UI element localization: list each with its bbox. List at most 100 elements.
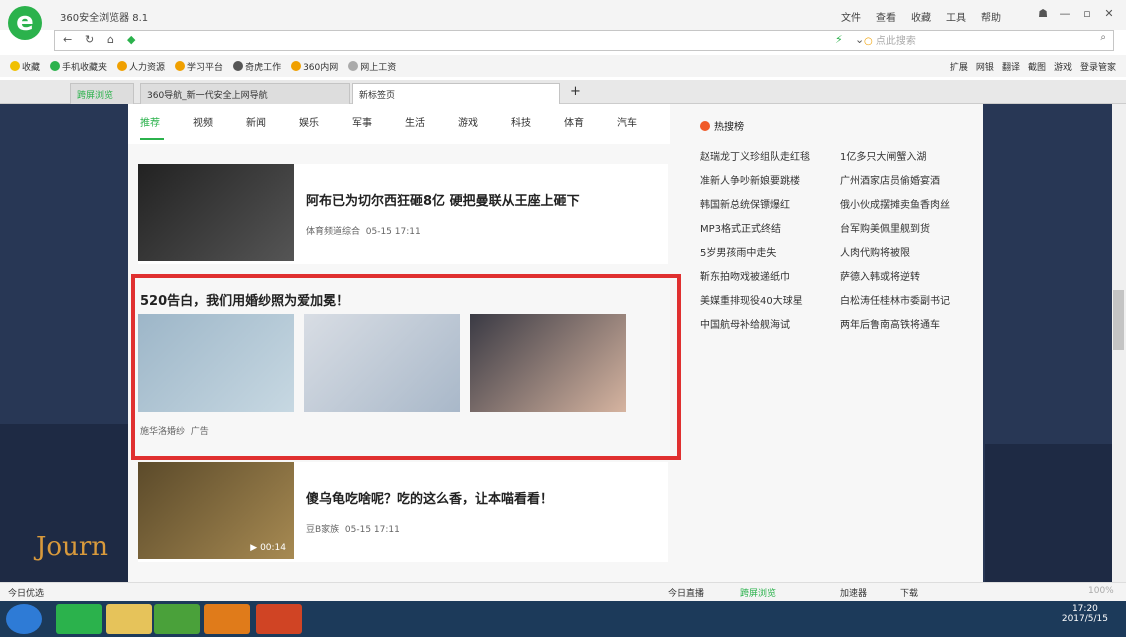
screenshot-button[interactable]: 截图 [1028, 60, 1046, 73]
chevron-down-icon[interactable]: ⌄ [855, 33, 864, 46]
hot-search-item[interactable]: 5岁男孩雨中走失 [700, 244, 776, 259]
video-thumbnail[interactable]: ▶ 00:14 [138, 462, 294, 559]
bookmark-salary[interactable]: 网上工资 [348, 60, 396, 73]
system-clock: 17:20 2017/5/15 [1062, 604, 1108, 624]
login-manager-button[interactable]: 登录管家 [1080, 60, 1116, 73]
today-picks[interactable]: 今日优选 [8, 586, 44, 599]
highlight-box [131, 274, 681, 460]
close-button[interactable]: ✕ [1098, 5, 1120, 23]
zoom-level[interactable]: 100% [1088, 586, 1114, 596]
bookmark-hr[interactable]: 人力资源 [117, 60, 165, 73]
skyline-right [985, 444, 1112, 582]
menu-help[interactable]: 帮助 [981, 9, 1001, 24]
hot-search-title: 热搜榜 [700, 118, 744, 133]
menu-favorites[interactable]: 收藏 [911, 9, 931, 24]
menu-tools[interactable]: 工具 [946, 9, 966, 24]
news-item[interactable]: ▶ 00:14 傻乌龟吃啥呢？吃的这么香，让本喵看看！ 豆B家族 05-15 1… [138, 462, 668, 562]
hot-search-panel: 热搜榜 赵瑞龙丁义珍组队走红毯 1亿多只大闸蟹入湖准新人争吵新娘要跳楼 广州酒家店员… [688, 104, 978, 364]
download-button[interactable]: 下载 [900, 586, 918, 599]
taskbar-browser-icon[interactable] [56, 604, 102, 634]
bookmark-qihoo[interactable]: 奇虎工作 [233, 60, 281, 73]
news-item[interactable]: 阿布已为切尔西狂砸8亿 硬把曼联从王座上砸下 体育频道综合 05-15 17:1… [138, 164, 668, 264]
tab-entertainment[interactable]: 娱乐 [299, 104, 352, 144]
hot-search-item[interactable]: 两年后鲁南高铁将通车 [840, 316, 940, 331]
search-icon[interactable]: ⌕ [1100, 32, 1106, 43]
lightning-icon[interactable]: ⚡ [835, 33, 843, 46]
clock-date: 2017/5/15 [1061, 614, 1108, 624]
news-meta: 体育频道综合 05-15 17:11 [306, 227, 421, 237]
shield-icon: ◆ [127, 33, 136, 46]
games-button[interactable]: 游戏 [1054, 60, 1072, 73]
menu-bar: 文件 查看 收藏 工具 帮助 [841, 9, 1001, 24]
category-tabs: 推荐 视频 新闻 娱乐 军事 生活 游戏 科技 体育 汽车 [128, 104, 670, 144]
tab-new[interactable]: 新标签页 [352, 83, 560, 104]
bookmark-mobile[interactable]: 手机收藏夹 [50, 60, 107, 73]
home-icon[interactable]: ⌂ [107, 33, 114, 46]
start-button[interactable] [6, 604, 42, 634]
tab-life[interactable]: 生活 [405, 104, 458, 144]
tab-bar: 跨屏浏览 360导航_新一代安全上网导航 新标签页 + [0, 80, 1126, 104]
hot-search-item[interactable]: 广州酒家店员偷婚宴酒 [840, 172, 940, 187]
extensions-button[interactable]: 扩展 [950, 60, 968, 73]
menu-view[interactable]: 查看 [876, 9, 896, 24]
bookmark-favorites[interactable]: 收藏 [10, 60, 40, 73]
refresh-icon[interactable]: ↻ [85, 33, 94, 46]
app-title: 360安全浏览器 8.1 [60, 13, 149, 24]
taskbar-wechat-icon[interactable] [154, 604, 200, 634]
hot-search-item[interactable]: 1亿多只大闸蟹入湖 [840, 148, 926, 163]
tab-military[interactable]: 军事 [352, 104, 405, 144]
bookmark-study[interactable]: 学习平台 [175, 60, 223, 73]
browser-logo-icon: e [8, 6, 42, 40]
scrollbar-thumb[interactable] [1113, 290, 1124, 350]
clock-time: 17:20 [1071, 604, 1098, 614]
hot-search-item[interactable]: 台军购美佩里舰到货 [840, 220, 930, 235]
minimize-button[interactable]: — [1054, 5, 1076, 23]
bank-button[interactable]: 网银 [976, 60, 994, 73]
fire-icon [700, 121, 710, 131]
hot-search-item[interactable]: 中国航母补给舰海试 [700, 316, 790, 331]
hot-search-item[interactable]: 美媒重排现役40大球星 [700, 292, 803, 307]
taskbar-explorer-icon[interactable] [106, 604, 152, 634]
search-engine-icon: ○ [864, 36, 873, 47]
hot-search-item[interactable]: 赵瑞龙丁义珍组队走红毯 [700, 148, 810, 163]
hot-search-item[interactable]: 萨德入韩或将逆转 [840, 268, 920, 283]
tab-cross-screen[interactable]: 跨屏浏览 [70, 83, 134, 104]
hot-search-item[interactable]: 人肉代购将被限 [840, 244, 910, 259]
tab-sports[interactable]: 体育 [564, 104, 617, 144]
tab-360-nav[interactable]: 360导航_新一代安全上网导航 [140, 83, 350, 104]
background-text: Journ [36, 532, 108, 562]
news-thumbnail[interactable] [138, 164, 294, 261]
menu-file[interactable]: 文件 [841, 9, 861, 24]
tab-recommend[interactable]: 推荐 [140, 104, 193, 144]
back-icon[interactable]: ← [63, 33, 72, 46]
tab-games[interactable]: 游戏 [458, 104, 511, 144]
window-controls: ☗ — ▫ ✕ [1032, 5, 1120, 23]
tab-tech[interactable]: 科技 [511, 104, 564, 144]
video-duration: ▶ 00:14 [250, 543, 286, 553]
new-tab-button[interactable]: + [570, 84, 581, 99]
maximize-button[interactable]: ▫ [1076, 5, 1098, 23]
hot-search-item[interactable]: MP3格式正式终结 [700, 220, 781, 235]
search-input[interactable]: ○ 点此搜索 ⌕ [864, 32, 1114, 49]
news-title[interactable]: 阿布已为切尔西狂砸8亿 硬把曼联从王座上砸下 [306, 190, 580, 209]
accelerator-button[interactable]: 加速器 [840, 586, 867, 599]
taskbar-powerpoint-icon[interactable] [256, 604, 302, 634]
skin-icon[interactable]: ☗ [1032, 5, 1054, 23]
tab-auto[interactable]: 汽车 [617, 104, 670, 144]
taskbar-outlook-icon[interactable] [204, 604, 250, 634]
tab-news[interactable]: 新闻 [246, 104, 299, 144]
cross-screen-button[interactable]: 跨屏浏览 [740, 586, 776, 599]
hot-search-item[interactable]: 靳东拍吻戏被递纸巾 [700, 268, 790, 283]
news-meta: 豆B家族 05-15 17:11 [306, 525, 400, 535]
hot-search-item[interactable]: 白松涛任桂林市委副书记 [840, 292, 950, 307]
tab-video[interactable]: 视频 [193, 104, 246, 144]
taskbar [0, 601, 1126, 637]
hot-search-item[interactable]: 准新人争吵新娘要跳楼 [700, 172, 800, 187]
hot-search-item[interactable]: 韩国新总统保镖爆红 [700, 196, 790, 211]
news-title[interactable]: 傻乌龟吃啥呢？吃的这么香，让本喵看看！ [306, 488, 553, 507]
status-bar: 今日优选 今日直播 跨屏浏览 加速器 下载 100% [0, 582, 1126, 601]
live-button[interactable]: 今日直播 [668, 586, 704, 599]
hot-search-item[interactable]: 俄小伙成摆摊卖鱼香肉丝 [840, 196, 950, 211]
translate-button[interactable]: 翻译 [1002, 60, 1020, 73]
bookmark-intranet[interactable]: 360内网 [291, 60, 338, 73]
